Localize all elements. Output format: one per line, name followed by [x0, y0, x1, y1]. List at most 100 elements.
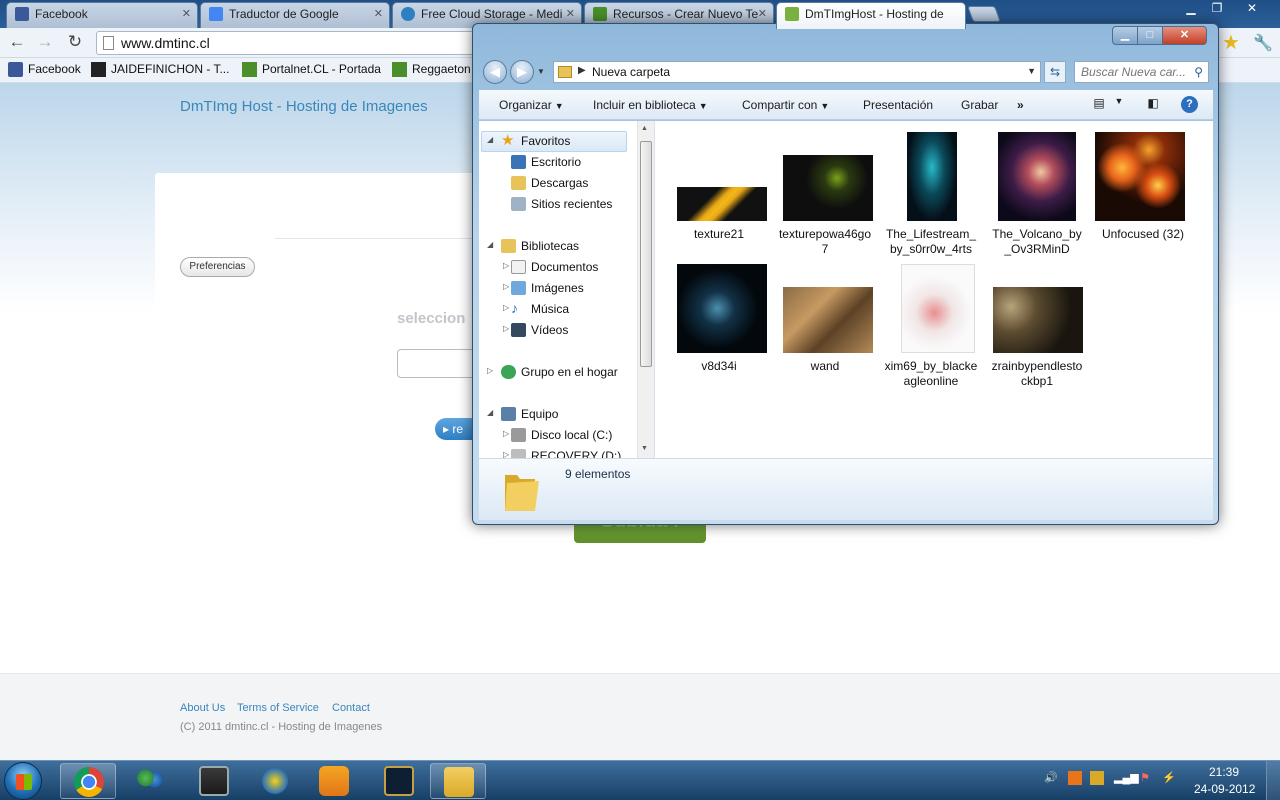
app-tray-icon[interactable]	[1068, 771, 1082, 785]
close-icon[interactable]: ✕	[1162, 26, 1207, 45]
expander-icon[interactable]: ▷	[503, 429, 509, 438]
expander-icon[interactable]: ◢	[487, 240, 493, 249]
nav-recent-places[interactable]: Sitios recientes	[511, 197, 612, 211]
breadcrumb[interactable]: Nueva carpeta	[592, 65, 670, 79]
more-commands-button[interactable]: »	[1017, 98, 1024, 112]
nav-desktop[interactable]: Escritorio	[511, 155, 581, 169]
chevron-down-icon[interactable]: ▼	[1111, 96, 1127, 112]
search-icon[interactable]: ⚲	[1194, 65, 1203, 79]
minimize-icon[interactable]: ▁	[1178, 0, 1204, 18]
nav-music[interactable]: ▷ ♪ Música	[503, 300, 569, 316]
preview-pane-icon[interactable]: ◧	[1145, 96, 1161, 112]
explorer-search[interactable]: ⚲	[1074, 61, 1209, 83]
power-icon[interactable]: ⚡	[1162, 771, 1176, 785]
speaker-icon[interactable]: 🔊	[1044, 771, 1058, 785]
clock-date[interactable]: 24-09-2012	[1194, 782, 1255, 796]
view-options-icon[interactable]: ▤	[1091, 96, 1107, 112]
footer-link-contact[interactable]: Contact	[332, 702, 370, 714]
address-bar[interactable]: www.dmtinc.cl	[96, 31, 476, 55]
organize-button[interactable]: Organizar ▼	[499, 98, 564, 112]
nav-computer[interactable]: ◢ Equipo	[487, 407, 558, 421]
scroll-thumb[interactable]	[640, 141, 652, 367]
footer-link-about[interactable]: About Us	[180, 702, 225, 714]
nav-local-disk[interactable]: ▷ Disco local (C:)	[503, 428, 612, 442]
nav-recovery[interactable]: ▷ RECOVERY (D:)	[503, 449, 621, 458]
chrome-icon	[74, 767, 104, 797]
bookmark-reggaeton[interactable]: Reggaeton	[392, 62, 471, 77]
footer-link-terms[interactable]: Terms of Service	[237, 702, 319, 714]
nav-downloads[interactable]: Descargas	[511, 176, 588, 190]
taskbar-monitor[interactable]	[186, 763, 242, 799]
expander-icon[interactable]: ◢	[487, 408, 493, 417]
expander-icon[interactable]: ◢	[487, 135, 493, 144]
minimize-icon[interactable]: ▁	[1112, 26, 1138, 45]
close-icon[interactable]: ✕	[566, 3, 575, 25]
nav-documents[interactable]: ▷ Documentos	[503, 260, 598, 274]
nav-libraries[interactable]: ◢ Bibliotecas	[487, 239, 580, 253]
expander-icon[interactable]: ▷	[503, 450, 509, 458]
expander-icon[interactable]: ▷	[503, 282, 509, 291]
tab-facebook[interactable]: Facebook ✕	[6, 2, 198, 28]
taskbar-messenger[interactable]	[122, 763, 178, 799]
breadcrumb-arrow-icon[interactable]: ▶	[578, 65, 586, 76]
taskbar-explorer[interactable]	[430, 763, 486, 799]
include-library-button[interactable]: Incluir en biblioteca ▼	[593, 98, 708, 112]
tab-google-translate[interactable]: Traductor de Google ✕	[200, 2, 390, 28]
close-icon[interactable]: ✕	[182, 3, 191, 25]
scroll-up-icon[interactable]: ▲	[641, 125, 648, 132]
nav-videos[interactable]: ▷ Vídeos	[503, 323, 568, 337]
restore-icon[interactable]: ❐	[1204, 0, 1230, 18]
maximize-icon[interactable]: □	[1137, 26, 1163, 45]
close-icon[interactable]: ✕	[374, 3, 383, 25]
scroll-down-icon[interactable]: ▼	[641, 445, 648, 452]
close-icon[interactable]: ✕	[758, 3, 767, 25]
system-tray: 🔊 ▂▄▆ ⚑ ⚡	[1040, 769, 1220, 793]
bookmark-star-icon[interactable]: ★	[1222, 30, 1240, 55]
wrench-icon[interactable]: 🔧	[1253, 33, 1273, 53]
expander-icon[interactable]: ▷	[487, 366, 493, 375]
help-icon[interactable]: ?	[1181, 96, 1198, 113]
refresh-icon[interactable]: ⇆	[1044, 61, 1066, 83]
bookmark-portalnet[interactable]: Portalnet.CL - Portada	[242, 62, 381, 77]
forward-icon[interactable]: ▶	[510, 60, 534, 84]
taskbar-league[interactable]	[371, 763, 427, 799]
recent-pages-icon[interactable]: ▼	[537, 67, 545, 76]
clock-time[interactable]: 21:39	[1209, 765, 1239, 779]
taskbar-media-player[interactable]	[306, 763, 362, 799]
expander-icon[interactable]: ▷	[503, 261, 509, 270]
nav-images[interactable]: ▷ Imágenes	[503, 281, 584, 295]
page-icon	[103, 36, 114, 50]
nav-homegroup[interactable]: ▷ Grupo en el hogar	[487, 365, 618, 379]
start-button[interactable]	[4, 762, 42, 800]
back-icon[interactable]: ←	[6, 32, 28, 54]
slideshow-button[interactable]: Presentación	[863, 98, 933, 112]
recent-places-icon	[511, 197, 526, 211]
action-center-icon[interactable]: ⚑	[1138, 771, 1152, 785]
search-input[interactable]	[1075, 62, 1185, 82]
close-icon[interactable]: ✕	[1230, 0, 1274, 18]
burn-button[interactable]: Grabar	[961, 98, 998, 112]
chevron-down-icon[interactable]: ▼	[1027, 66, 1036, 76]
explorer-address-bar[interactable]: ▶ Nueva carpeta ▼	[553, 61, 1041, 83]
taskbar-launcher[interactable]	[247, 763, 303, 799]
new-tab-button[interactable]	[967, 6, 1001, 22]
nav-scrollbar[interactable]: ▲ ▼	[637, 121, 654, 458]
downloads-icon	[511, 176, 526, 190]
back-icon[interactable]: ◀	[483, 60, 507, 84]
reload-icon[interactable]: ↻	[64, 32, 86, 54]
nav-favorites[interactable]: ◢ ★ Favoritos	[487, 132, 570, 149]
site-title[interactable]: DmTImg Host - Hosting de Imagenes	[180, 98, 428, 115]
expander-icon[interactable]: ▷	[503, 303, 509, 312]
show-desktop-button[interactable]	[1266, 761, 1280, 800]
tab-dmtimghost[interactable]: DmTImgHost - Hosting de	[776, 2, 966, 29]
expander-icon[interactable]: ▷	[503, 324, 509, 333]
app-tray-icon[interactable]	[1090, 771, 1104, 785]
preferences-button[interactable]: Preferencias	[180, 257, 255, 277]
bookmark-jaidefinichon[interactable]: JAIDEFINICHON - T...	[91, 62, 229, 77]
bookmark-facebook[interactable]: Facebook	[8, 62, 81, 77]
forward-icon[interactable]: →	[34, 32, 56, 54]
network-icon[interactable]: ▂▄▆	[1114, 771, 1139, 785]
nav-label: Bibliotecas	[521, 239, 580, 253]
share-with-button[interactable]: Compartir con ▼	[742, 98, 829, 112]
taskbar-chrome[interactable]	[60, 763, 116, 799]
